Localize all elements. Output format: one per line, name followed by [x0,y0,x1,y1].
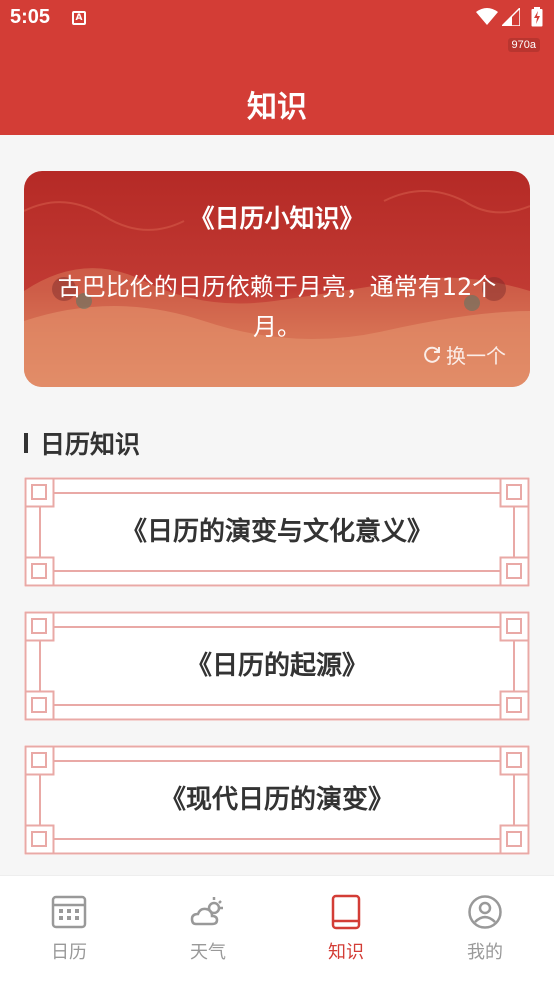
calendar-grid-icon [51,895,87,929]
bottom-tab-bar: 日历 天气 知识 我的 [0,875,554,984]
tab-knowledge-label: 知识 [328,942,364,963]
status-time: 5:05 [10,6,51,28]
tab-calendar-label: 日历 [51,942,87,963]
article-card[interactable]: 《日历的起源》 [24,611,530,721]
tab-profile[interactable]: 我的 [416,894,554,964]
status-bar: 5:05 A 970a [0,0,554,52]
book-icon [331,894,361,930]
article-card[interactable]: 《日历的演变与文化意义》 [24,477,530,587]
section-heading: 日历知识 [24,425,140,461]
tip-card-text: 古巴比伦的日历依赖于月亮，通常有12个月。 [57,273,497,341]
article-title: 《日历的演变与文化意义》 [120,517,433,547]
notification-icon: A [72,11,86,25]
tab-knowledge[interactable]: 知识 [277,894,415,964]
page-title: 知识 [247,90,307,125]
section-heading-bar [24,433,28,453]
profile-icon [468,895,502,929]
section-heading-text: 日历知识 [40,430,141,459]
article-card[interactable]: 《现代日历的演变》 [24,745,530,855]
refresh-tip-button[interactable]: 换一个 [422,340,506,369]
refresh-tip-label: 换一个 [446,344,506,368]
battery-icon [531,7,543,27]
tab-profile-label: 我的 [467,942,503,963]
tip-card: 《日历小知识》 古巴比伦的日历依赖于月亮，通常有12个月。 换一个 [24,171,530,387]
article-title: 《日历的起源》 [185,651,368,681]
wifi-icon [476,8,498,25]
article-title: 《现代日历的演变》 [159,785,394,815]
tab-weather-label: 天气 [190,942,226,963]
tab-weather[interactable]: 天气 [139,894,277,964]
weather-icon [190,897,223,926]
refresh-icon [424,346,440,363]
signal-icon [502,8,520,26]
tip-card-title: 《日历小知识》 [189,204,365,233]
tab-calendar[interactable]: 日历 [0,894,138,964]
app-header: 5:05 A 970a 知识 [0,0,554,135]
build-tag: 970a [507,38,540,52]
